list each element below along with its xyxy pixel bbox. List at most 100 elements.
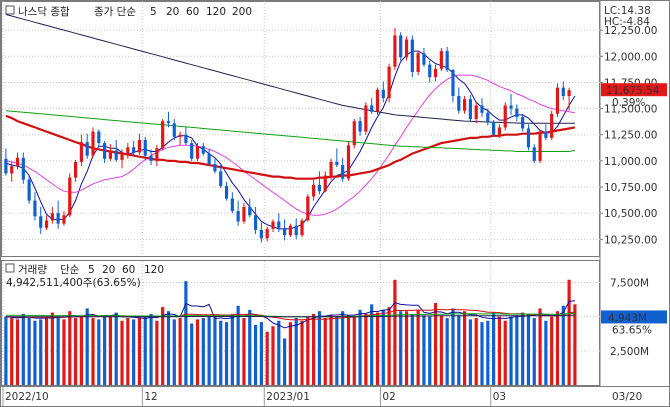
candle-body [474,105,478,120]
volume-bar [555,311,560,385]
collapse-box-icon[interactable] [5,263,15,273]
volume-bar [346,315,351,385]
volume-bar [439,315,443,385]
price-ytick-label: 11,250.00 [604,130,657,142]
volume-bar [300,320,304,385]
candle-body [224,185,229,199]
volume-bar [39,319,43,385]
candle-body [114,150,118,160]
volume-bar [114,312,118,385]
candle-body [352,121,356,146]
candle-body [143,139,147,156]
candle-body [178,134,182,137]
candle-body [68,177,72,216]
volume-bar [91,318,95,385]
volume-bar [85,308,89,385]
x-tick-label: 2023/01 [266,391,310,403]
volume-bar [248,309,252,385]
volume-bar [44,318,49,385]
candle-body [555,87,560,114]
volume-bar [474,318,478,385]
candle-body [288,225,292,236]
volume-legend-name: 거래량 [18,264,47,276]
candle-body [230,198,234,212]
volume-legend-ma60: 60 [122,264,135,276]
volume-bar [521,312,525,385]
volume-bar [271,326,275,385]
chart-frame: 12,250.0012,000.0011,750.0011,500.0011,2… [0,0,670,407]
candle-body [428,64,432,78]
candle-body [509,105,513,109]
volume-bar [230,313,234,385]
volume-bar [219,320,223,385]
volume-bar [161,307,165,385]
candle-body [10,166,14,174]
volume-bar [207,316,211,385]
hc-label: HC:-4.84 [604,16,650,28]
candle-body [33,200,37,217]
candle-body [404,39,409,58]
candle [68,173,72,218]
candle-body [132,147,136,153]
candle-body [515,108,519,117]
volume-bar [288,322,292,385]
candle [550,110,554,140]
candle-body [410,39,414,72]
candle-body [329,161,333,176]
volume-bar [259,322,263,385]
volume-bar [4,316,8,385]
candle-body [364,105,368,132]
volume-bar [184,281,188,385]
volume-legend-ma5: 5 [88,264,95,276]
candle-body [44,220,49,228]
volume-bar [236,305,240,385]
volume-bar [178,318,182,385]
volume-bar [550,316,554,385]
volume-bar [428,316,432,385]
volume-bar [33,320,37,385]
last-volume-pct: 63.65% [612,324,652,336]
candle-body [317,184,322,192]
volume-bar [201,318,205,385]
volume-bar [381,309,385,385]
last-price-value: 11,675.54 [606,85,660,97]
candle-body [253,215,258,230]
volume-legend-ma-label: 단순 [60,264,80,276]
volume-bar [253,324,258,385]
price-legend-ma20: 20 [166,6,179,18]
volume-bar [404,311,409,385]
candle-body [335,161,339,166]
volume-bar [515,315,519,385]
volume-bar [27,318,31,385]
candle-body [439,51,443,69]
candle-body [62,215,66,224]
candle-body [137,139,142,153]
candle-body [248,206,252,216]
volume-bar [126,318,130,385]
volume-bar [108,316,113,385]
volume-bar [341,311,345,385]
x-tick-label: 02 [382,391,395,403]
candle-body [213,164,217,172]
volume-bar [73,318,78,385]
candle-body [201,146,205,154]
volume-bar [132,319,136,385]
candle-body [190,143,194,159]
volume-bar [50,312,54,385]
price-legend-ma120: 120 [206,6,226,18]
candle-body [27,179,31,201]
x-tick-label: 2022/10 [5,391,49,403]
candle-body [242,206,246,222]
candle [399,32,403,61]
volume-bar [195,319,200,385]
candle-body [544,131,548,138]
volume-bar [532,318,536,385]
price-legend-ma60: 60 [186,6,199,18]
candle-body [538,131,542,161]
volume-bar [462,311,467,385]
candle-body [39,216,43,228]
collapse-box-icon[interactable] [5,5,15,15]
candle-body [370,105,374,112]
candle-body [184,134,188,144]
volume-bar [79,316,83,385]
